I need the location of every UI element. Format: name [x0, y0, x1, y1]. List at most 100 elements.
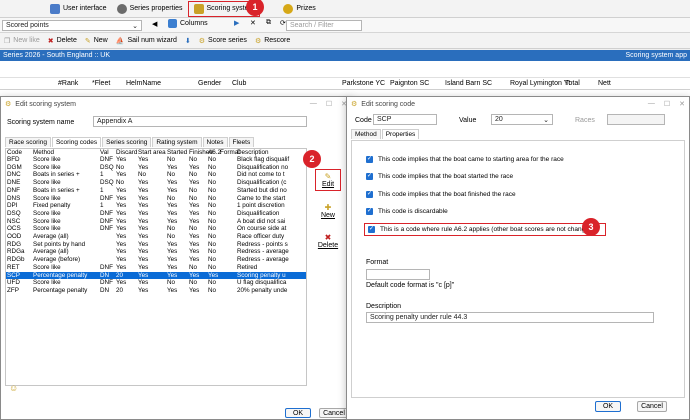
check-start-area[interactable]: ✓ This code implies that the boat came to… — [366, 156, 564, 163]
copy-icon[interactable]: ⧉ — [262, 19, 275, 27]
col-gender[interactable]: Gender — [198, 80, 221, 87]
system-name-input[interactable]: Appendix A — [93, 116, 307, 127]
value-select[interactable]: 20 ⌄ — [491, 114, 553, 125]
code-dialog-titlebar: ⚙ Edit scoring code — ☐ ✕ — [347, 97, 689, 111]
table-row[interactable]: DNF Boats in series + 1 Yes Yes Yes No No Starte… — [6, 187, 306, 195]
table-cell: No — [116, 163, 125, 171]
table-row[interactable]: NSC Score like DNF Yes Yes Yes Yes No A boat did… — [6, 218, 306, 226]
series-properties-icon — [116, 3, 127, 14]
col-total[interactable]: Total — [565, 80, 580, 87]
table-row[interactable]: DNE Score like DSQ No Yes Yes Yes No Disqualific… — [6, 179, 306, 187]
col-start-area[interactable]: Start area — [137, 149, 166, 156]
check-finished[interactable]: ✓ This code implies that the boat finishe… — [366, 191, 516, 198]
next-icon[interactable]: ▶ — [230, 19, 243, 27]
col-val[interactable]: Val — [99, 149, 115, 156]
format-input[interactable] — [366, 269, 430, 280]
sort-down-icon[interactable]: ⬇ — [181, 37, 195, 45]
columns-button[interactable]: Columns — [164, 19, 212, 28]
check-started[interactable]: ✓ This code implies that the boat started… — [366, 173, 513, 180]
scoring-ok-button[interactable]: OK — [285, 408, 311, 418]
table-cell: NSC — [7, 217, 21, 225]
code-cancel-button[interactable]: Cancel — [637, 401, 667, 412]
code-ok-button[interactable]: OK — [595, 401, 621, 412]
table-row[interactable]: BFD Score like DNF Yes Yes No No No Black flag d… — [6, 156, 306, 164]
edit-button[interactable]: ✎ Edit — [315, 169, 341, 191]
minimize-icon[interactable]: — — [310, 100, 317, 108]
table-row[interactable]: RET Score like DNF Yes Yes Yes No No Retired — [6, 264, 306, 272]
col-nett[interactable]: Nett — [598, 80, 611, 87]
scoring-codes-list[interactable]: Code Method Val Discard Start area Start… — [5, 148, 307, 386]
table-row[interactable]: DGM Score like DSQ No Yes Yes Yes No Disqualific… — [6, 164, 306, 172]
rescore-button[interactable]: ⚙ Rescore — [251, 37, 294, 45]
table-row[interactable]: SCP Percentage penalty DN 20 Yes Yes Yes Yes Sco… — [6, 271, 306, 280]
table-row[interactable]: UFD Score like DNF Yes Yes No No No U flag disqu… — [6, 279, 306, 287]
delete-button[interactable]: ✖ Delete — [44, 37, 81, 45]
score-series-button[interactable]: ⚙ Score series — [195, 37, 251, 45]
tab-method[interactable]: Method — [351, 129, 381, 139]
col-club[interactable]: Club — [232, 80, 246, 87]
col-parkstone[interactable]: Parkstone YC — [342, 80, 385, 87]
sail-num-wizard-button[interactable]: ⛵ Sail num wizard — [112, 37, 181, 45]
tab-series-properties[interactable]: Series properties — [112, 1, 188, 17]
table-row[interactable]: DNS Score like DNF Yes Yes No No No Came to the … — [6, 195, 306, 203]
new-like-button[interactable]: ❐ New like — [0, 37, 44, 45]
scored-points-select[interactable]: Scored points ⌄ — [2, 20, 142, 31]
table-row[interactable]: DNC Boats in series + 1 Yes No No No No Did not … — [6, 171, 306, 179]
clear-filter-icon[interactable]: ✕ — [246, 19, 260, 27]
checkbox-checked-icon: ✓ — [366, 173, 373, 180]
check-discardable[interactable]: ✓ This code is discardable — [366, 208, 448, 215]
maximize-icon[interactable]: ☐ — [664, 100, 670, 108]
description-input[interactable]: Scoring penalty under rule 44.3 — [366, 312, 654, 323]
tab-rating-system[interactable]: Rating system — [152, 137, 202, 147]
tab-prizes[interactable]: Prizes — [278, 1, 320, 17]
scoring-cancel-button[interactable]: Cancel — [319, 408, 349, 418]
tab-series-scoring[interactable]: Series scoring — [102, 137, 152, 147]
code-input[interactable]: SCP — [373, 114, 437, 125]
col-description[interactable]: Description — [236, 149, 306, 156]
col-finished[interactable]: Finished — [188, 149, 213, 156]
col-paignton[interactable]: Paignton SC — [390, 80, 429, 87]
delete-code-button[interactable]: ✖ Delete — [316, 233, 340, 249]
search-input[interactable]: Search / Filter — [286, 20, 362, 31]
col-method[interactable]: Method — [32, 149, 99, 156]
maximize-icon[interactable]: ☐ — [326, 100, 332, 108]
table-row[interactable]: OOD Average (all) Yes Yes No Yes No Race office… — [6, 233, 306, 241]
table-row[interactable]: RDG Set points by hand Yes Yes Yes Yes No Redre… — [6, 241, 306, 249]
scoring-system-icon — [193, 3, 204, 14]
col-royal-lymington[interactable]: Royal Lymington Yt — [510, 80, 570, 87]
help-icon[interactable]: ☺ — [9, 383, 18, 393]
col-helmname[interactable]: HelmName — [126, 80, 161, 87]
tab-user-interface[interactable]: User interface — [45, 1, 112, 17]
table-cell: No — [208, 225, 217, 233]
check-a62[interactable]: ✓ This is a code where rule A6.2 applies … — [364, 223, 606, 236]
table-row[interactable]: RDGb Average (before) Yes Yes Yes Yes No Redres… — [6, 256, 306, 264]
tab-race-scoring[interactable]: Race scoring — [5, 137, 51, 147]
new-code-button[interactable]: ✚ New — [317, 203, 339, 219]
table-cell: Yes — [167, 286, 178, 294]
table-row[interactable]: DSQ Score like DNF Yes Yes Yes Yes No Disqualifi… — [6, 210, 306, 218]
table-row[interactable]: DPI Fixed penalty 1 Yes Yes Yes Yes No 1 point d… — [6, 202, 306, 210]
prev-icon[interactable]: ◀ — [148, 20, 161, 28]
tab-fleets[interactable]: Fleets — [228, 137, 255, 147]
table-cell: DNF — [100, 194, 113, 202]
table-row[interactable]: RDGa Average (all) Yes Yes Yes Yes No Redress -… — [6, 248, 306, 256]
tab-notes[interactable]: Notes — [202, 137, 228, 147]
table-row[interactable]: ZFP Percentage penalty DN 20 Yes Yes Yes No 20% … — [6, 287, 306, 295]
table-row[interactable]: OCS Score like DNF Yes Yes No No No On course si… — [6, 225, 306, 233]
tab-properties[interactable]: Properties — [381, 129, 420, 139]
new-button[interactable]: ✎ New — [81, 37, 112, 45]
col-a62[interactable]: A6.2 — [207, 149, 221, 156]
col-started[interactable]: Started — [166, 149, 188, 156]
close-icon[interactable]: ✕ — [679, 100, 685, 108]
col-discard[interactable]: Discard — [115, 149, 137, 156]
col-island-barn[interactable]: Island Barn SC — [445, 80, 492, 87]
col-fleet[interactable]: *Fleet — [92, 80, 110, 87]
col-rank[interactable]: #Rank — [58, 80, 78, 87]
col-format[interactable]: Format — [219, 149, 240, 156]
minimize-icon[interactable]: — — [648, 100, 655, 108]
races-label: Races — [575, 117, 595, 124]
col-code[interactable]: Code — [6, 149, 32, 156]
tab-scoring-codes[interactable]: Scoring codes — [51, 137, 102, 147]
table-cell: Redress - points s — [237, 240, 288, 248]
table-cell: Yes — [167, 248, 178, 256]
